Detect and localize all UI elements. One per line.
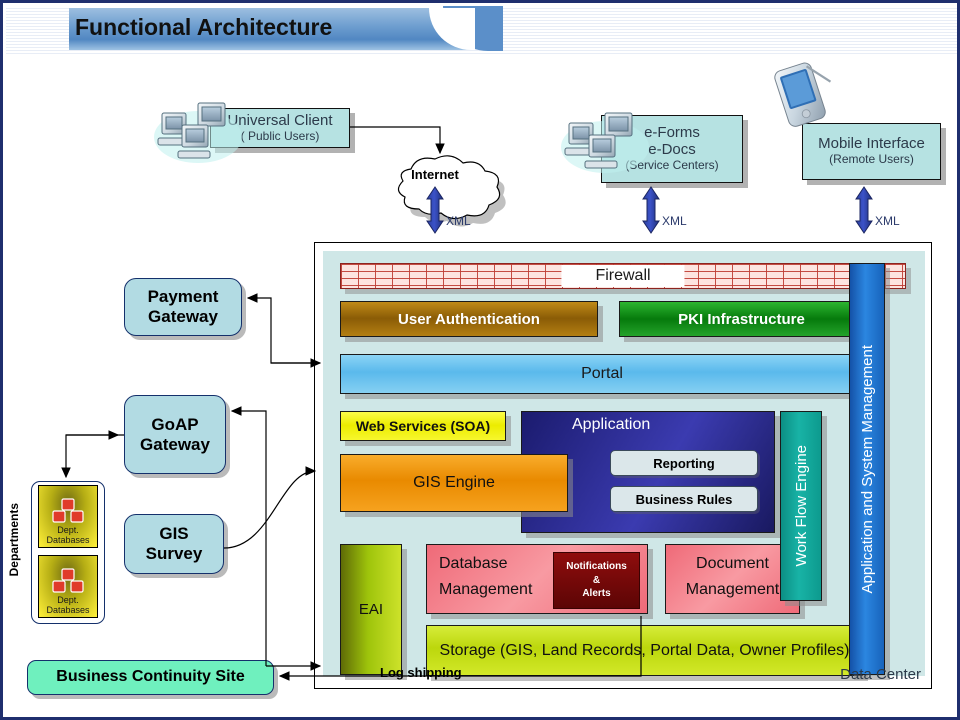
eforms-subtitle: (Service Centers) [625, 158, 719, 173]
xml-label-mobile: XML [875, 214, 900, 228]
xml-arrow-eforms [642, 186, 660, 234]
business-continuity-site-node[interactable]: Business Continuity Site [27, 660, 274, 695]
notifications-line3: Alerts [582, 588, 611, 600]
universal-client-subtitle: ( Public Users) [240, 128, 320, 143]
payment-gateway-node[interactable]: Payment Gateway [124, 278, 242, 336]
universal-client-title: Universal Client [227, 111, 333, 129]
slide-canvas: Functional Architecture Universal Client… [0, 0, 960, 720]
database-stack-icon [52, 568, 84, 593]
connector-gis-survey-to-gis-engine [223, 466, 317, 549]
reporting-label: Reporting [653, 455, 715, 471]
web-services-bar[interactable]: Web Services (SOA) [340, 411, 506, 441]
goap-gateway-line1: GoAP [151, 414, 199, 434]
notifications-alerts-box[interactable]: Notifications & Alerts [553, 552, 640, 609]
pda-icon [774, 62, 832, 127]
user-authentication-label: User Authentication [398, 310, 540, 328]
eforms-edocs-box[interactable]: e-Forms e-Docs (Service Centers) [601, 115, 743, 183]
gis-survey-line2: Survey [145, 544, 203, 563]
web-services-label: Web Services (SOA) [355, 418, 491, 434]
business-rules-label: Business Rules [635, 491, 733, 507]
page-title: Functional Architecture [75, 14, 333, 40]
pki-infrastructure-bar[interactable]: PKI Infrastructure [619, 301, 864, 337]
xml-label-internet: XML [446, 214, 471, 228]
payment-gateway-line2: Gateway [148, 307, 218, 326]
mobile-interface-title: Mobile Interface [818, 135, 925, 153]
connector-goap-gateway [230, 406, 322, 671]
data-center-container: Firewall User Authentication PKI Infrast… [314, 242, 932, 689]
payment-gateway-line1: Payment [147, 287, 219, 307]
notifications-line2: & [592, 574, 601, 586]
database-management-line2: Management [439, 581, 533, 598]
gis-engine-label: GIS Engine [413, 474, 495, 491]
xml-arrow-mobile [855, 186, 873, 234]
gis-survey-line1: GIS [159, 524, 189, 544]
gis-engine-bar[interactable]: GIS Engine [340, 454, 568, 512]
user-authentication-bar[interactable]: User Authentication [340, 301, 598, 337]
connector-payment-gateway [246, 293, 322, 368]
mobile-interface-box[interactable]: Mobile Interface (Remote Users) [802, 123, 941, 180]
data-center-inner: Firewall User Authentication PKI Infrast… [323, 251, 925, 676]
universal-client-box[interactable]: Universal Client ( Public Users) [210, 108, 350, 148]
application-system-management-bar[interactable]: Application and System Management [849, 263, 885, 675]
data-center-label: Data Center [840, 666, 921, 683]
eforms-title: e-Forms [644, 124, 700, 142]
work-flow-engine-label: Work Flow Engine [792, 445, 810, 567]
firewall-label: Firewall [561, 265, 685, 287]
storage-bar[interactable]: Storage (GIS, Land Records, Portal Data,… [426, 625, 863, 676]
application-system-management-label: Application and System Management [858, 344, 876, 594]
dept-database-1[interactable]: Dept. Databases [38, 485, 98, 548]
application-label: Application [572, 416, 651, 433]
eai-label: EAI [358, 601, 384, 618]
database-stack-icon [52, 498, 84, 523]
goap-gateway-line2: Gateway [140, 434, 210, 454]
reporting-chip[interactable]: Reporting [610, 450, 758, 476]
database-management-line1: Database [439, 555, 508, 572]
connector-departments-to-goap [61, 430, 124, 479]
xml-label-eforms: XML [662, 214, 687, 228]
eai-bar[interactable]: EAI [340, 544, 402, 675]
connector-client-to-internet [350, 126, 445, 155]
database-management-box[interactable]: Database Management Notifications & Aler… [426, 544, 648, 614]
business-rules-chip[interactable]: Business Rules [610, 486, 758, 512]
edocs-title: e-Docs [648, 141, 696, 159]
firewall-bar[interactable]: Firewall [340, 263, 906, 289]
portal-label: Portal [581, 365, 623, 382]
pki-infrastructure-label: PKI Infrastructure [678, 310, 805, 328]
log-shipping-label: Log shipping [380, 665, 462, 680]
work-flow-engine-bar[interactable]: Work Flow Engine [780, 411, 822, 601]
dept-database-2[interactable]: Dept. Databases [38, 555, 98, 618]
xml-arrow-internet [426, 186, 444, 234]
storage-label: Storage (GIS, Land Records, Portal Data,… [439, 641, 850, 659]
goap-gateway-node[interactable]: GoAP Gateway [124, 395, 226, 474]
gis-survey-node[interactable]: GIS Survey [124, 514, 224, 574]
portal-bar[interactable]: Portal [340, 354, 864, 394]
business-continuity-label: Business Continuity Site [56, 668, 245, 686]
departments-label: Departments [7, 503, 21, 577]
mobile-interface-subtitle: (Remote Users) [829, 152, 914, 167]
internet-label: Internet [411, 167, 459, 182]
dept-database-2-line2: Databases [46, 604, 90, 615]
notifications-line1: Notifications [566, 561, 627, 573]
dept-database-1-line2: Databases [46, 534, 90, 545]
